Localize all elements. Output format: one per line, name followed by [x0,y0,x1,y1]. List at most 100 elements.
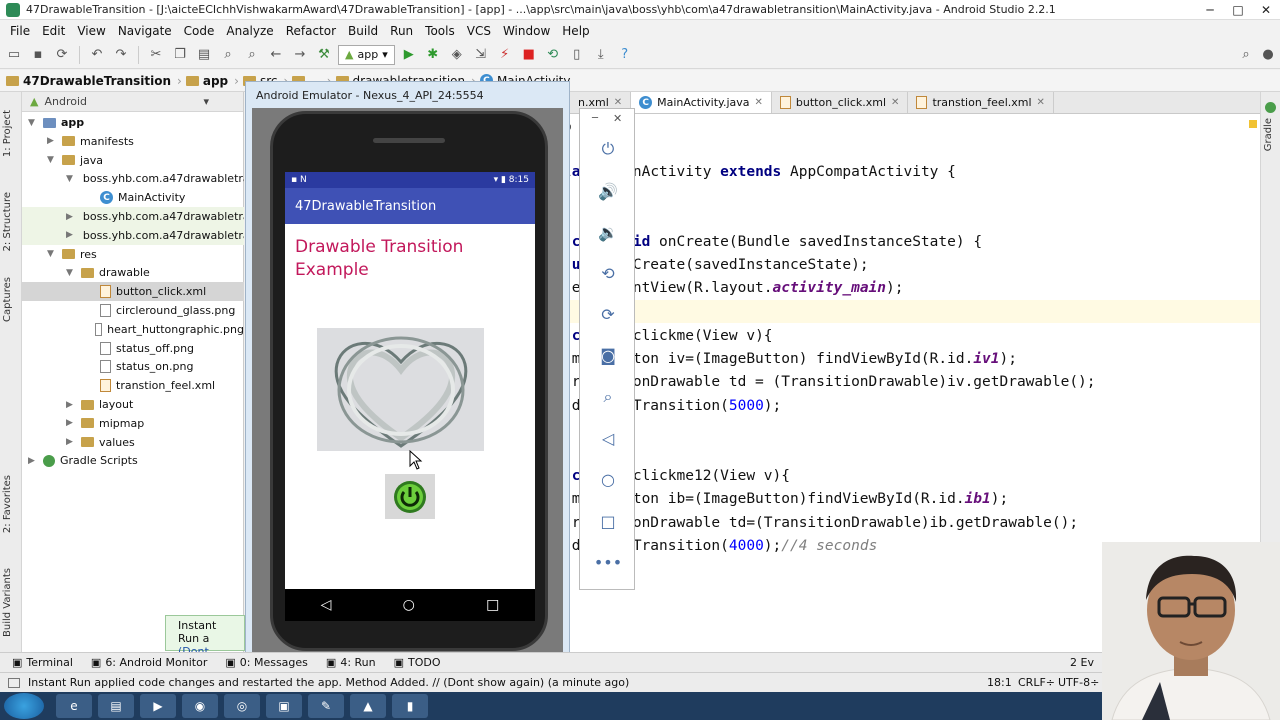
bottom-tool-3[interactable]: ▣ 4: Run [326,656,376,669]
collapsed-arrow-icon[interactable]: ▶ [28,456,38,466]
tree-item[interactable]: ▼ boss.yhb.com.a47drawabletra [66,169,244,188]
collapsed-arrow-icon[interactable]: ▶ [66,418,76,428]
tree-item[interactable]: status_off.png [85,339,244,358]
power-icon[interactable]: ⏻ [596,137,620,161]
bottom-tool-0[interactable]: ▣ Terminal [12,656,73,669]
save-icon[interactable]: ▪ [28,45,48,65]
run-icon[interactable]: ▶ [399,45,419,65]
forward-icon[interactable]: → [290,45,310,65]
recents-nav-icon[interactable]: □ [486,597,499,613]
tool-tab-build-variants[interactable]: Build Variants [2,568,13,637]
rotate-right-icon[interactable]: ⟳ [596,302,620,326]
media-player-icon[interactable]: ▶ [140,694,176,718]
menu-vcs[interactable]: VCS [461,24,497,38]
profile-icon[interactable]: ◈ [447,45,467,65]
menu-edit[interactable]: Edit [36,24,71,38]
paint-icon[interactable]: ✎ [308,694,344,718]
close-button[interactable]: ✕ [1252,0,1280,20]
bottom-tool-4[interactable]: ▣ TODO [394,656,441,669]
tree-item[interactable]: C MainActivity [85,188,244,207]
menu-navigate[interactable]: Navigate [112,24,178,38]
tree-item[interactable]: ▶ mipmap [66,414,244,433]
menu-code[interactable]: Code [178,24,221,38]
tool-tab-project[interactable]: 1: Project [2,110,13,157]
event-log-tool[interactable]: 2 Ev [1070,656,1094,669]
tree-item[interactable]: ▼ drawable [66,263,244,282]
tool-tab-favorites[interactable]: 2: Favorites [2,475,13,533]
menu-file[interactable]: File [4,24,36,38]
tool-tab-captures[interactable]: Captures [2,277,13,322]
menu-window[interactable]: Window [497,24,556,38]
menu-build[interactable]: Build [342,24,384,38]
tree-item[interactable]: ▼ res [47,245,244,264]
project-view-selector[interactable]: ▲ Android ▾ [22,92,243,112]
tree-item[interactable]: transtion_feel.xml [85,376,244,395]
tree-item[interactable]: ▶ boss.yhb.com.a47drawabletra [22,207,244,226]
apply-changes-icon[interactable]: ⚡ [495,45,515,65]
expanded-arrow-icon[interactable]: ▼ [66,268,76,278]
menu-run[interactable]: Run [384,24,419,38]
undo-icon[interactable]: ↶ [87,45,107,65]
firefox-icon[interactable]: ◉ [182,694,218,718]
gradle-sync-icon[interactable]: ⟲ [543,45,563,65]
bottom-tool-2[interactable]: ▣ 0: Messages [225,656,308,669]
editor-tab[interactable]: button_click.xml ✕ [771,92,909,113]
minimize-button[interactable]: ─ [1196,0,1224,20]
tree-item[interactable]: circleround_glass.png [85,301,244,320]
back-nav-icon[interactable]: ◁ [321,597,332,613]
overview-icon[interactable]: □ [596,509,620,533]
tree-item[interactable]: ▶ boss.yhb.com.a47drawabletra [22,225,244,245]
folder-icon[interactable]: ▣ [266,694,302,718]
menu-analyze[interactable]: Analyze [220,24,279,38]
expanded-arrow-icon[interactable]: ▼ [66,174,73,184]
internet-explorer-icon[interactable]: e [56,694,92,718]
breadcrumb-item[interactable]: app › [185,74,243,88]
collapsed-arrow-icon[interactable]: ▶ [66,437,76,447]
menu-view[interactable]: View [71,24,111,38]
debug-icon[interactable]: ✱ [423,45,443,65]
menu-refactor[interactable]: Refactor [280,24,342,38]
close-tab-icon[interactable]: ✕ [614,97,622,108]
collapsed-arrow-icon[interactable]: ▶ [66,400,76,410]
caret-position[interactable]: 18:1 [987,676,1012,689]
heart-image-button[interactable] [317,328,484,451]
sdk-manager-icon[interactable]: ⤓ [591,45,611,65]
attach-debugger-icon[interactable]: ⇲ [471,45,491,65]
tree-item[interactable]: ▼ app [28,113,244,132]
file-explorer-icon[interactable]: ▤ [98,694,134,718]
android-emulator-icon[interactable]: ▲ [350,694,386,718]
back-icon[interactable]: ◁ [596,426,620,450]
maximize-button[interactable]: □ [1224,0,1252,20]
tree-item[interactable]: ▼ java [47,151,244,170]
tree-item[interactable]: button_click.xml [22,282,244,302]
editor-tab[interactable]: transtion_feel.xml ✕ [908,92,1054,113]
open-folder-icon[interactable]: ▭ [4,45,24,65]
run-config-select[interactable]: ▲ app ▾ [338,44,395,65]
status-toggle-icon[interactable] [8,677,20,688]
tree-item[interactable]: ▶ manifests [47,132,244,151]
minimize-emulator-icon[interactable]: ─ [592,113,598,124]
breadcrumb-item[interactable]: 47DrawableTransition › [6,74,186,88]
redo-icon[interactable]: ↷ [111,45,131,65]
tree-item[interactable]: ▶ values [66,433,244,452]
copy-icon[interactable]: ❐ [170,45,190,65]
home-icon[interactable]: ○ [596,467,620,491]
volume-down-icon[interactable]: 🔉 [596,220,620,244]
sync-icon[interactable]: ⟳ [52,45,72,65]
power-image-button[interactable] [385,474,435,519]
line-separator[interactable]: CRLF÷ [1018,676,1055,689]
editor-tab[interactable]: C MainActivity.java ✕ [631,92,772,113]
tree-item[interactable]: ▶ Gradle Scripts [28,451,244,470]
close-tab-icon[interactable]: ✕ [1037,97,1045,108]
zoom-icon[interactable]: ⌕ [596,385,620,409]
collapsed-arrow-icon[interactable]: ▶ [47,136,57,146]
expanded-arrow-icon[interactable]: ▼ [47,155,57,165]
close-emulator-icon[interactable]: ✕ [613,112,622,125]
file-encoding[interactable]: UTF-8÷ [1058,676,1099,689]
avd-manager-icon[interactable]: ▯ [567,45,587,65]
start-button[interactable] [4,693,44,719]
menu-tools[interactable]: Tools [419,24,461,38]
collapsed-arrow-icon[interactable]: ▶ [66,212,73,222]
tool-tab-gradle[interactable]: Gradle [1263,118,1274,151]
paste-icon[interactable]: ▤ [194,45,214,65]
